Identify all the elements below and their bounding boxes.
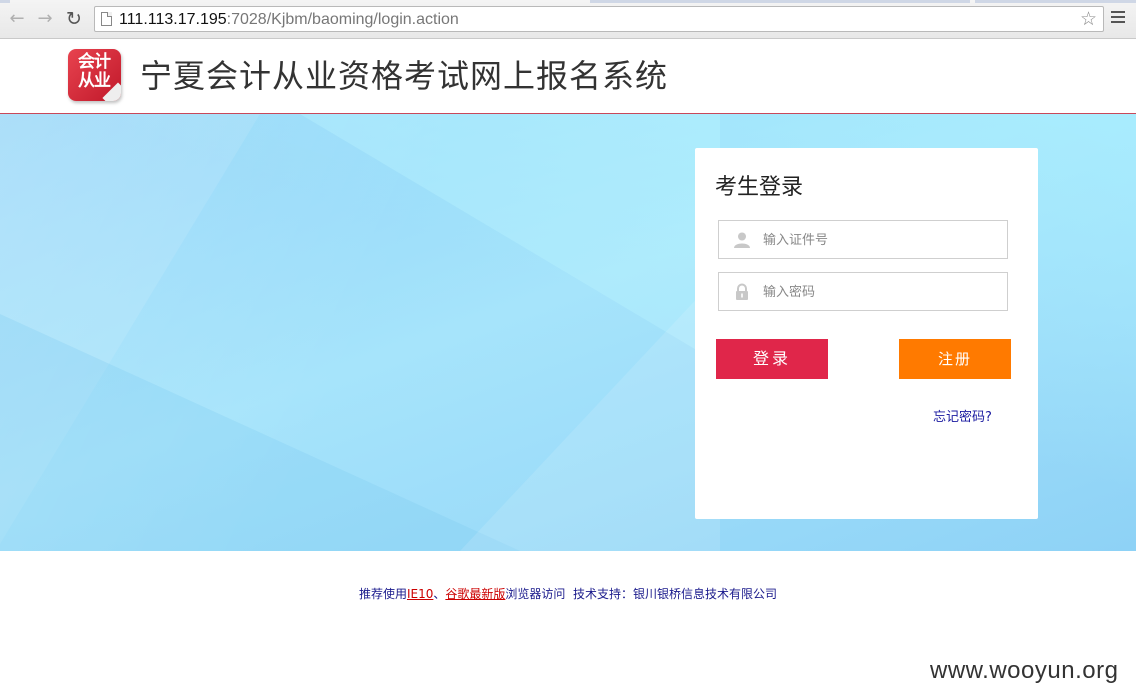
site-title: 宁夏会计从业资格考试网上报名系统: [140, 57, 669, 95]
url-path: :7028/Kjbm/baoming/login.action: [226, 11, 459, 28]
address-bar[interactable]: 111.113.17.195:7028/Kjbm/baoming/login.a…: [94, 6, 1104, 32]
lock-icon: [736, 283, 748, 300]
back-arrow-icon[interactable]: ←: [6, 8, 28, 30]
tab-edge: [0, 0, 10, 3]
logo-text: 会计从业: [78, 52, 111, 91]
forward-arrow-icon[interactable]: →: [34, 8, 56, 30]
footer-prefix: 推荐使用: [358, 587, 407, 601]
id-number-input[interactable]: [763, 229, 993, 251]
login-panel: 考生登录 登录 注册 忘记密码?: [695, 148, 1038, 519]
tab-edge: [590, 0, 970, 3]
reload-icon[interactable]: ↻: [63, 8, 85, 30]
footer-separator: 、: [433, 587, 446, 601]
browser-toolbar: ← → ↻ 111.113.17.195:7028/Kjbm/baoming/l…: [0, 0, 1136, 39]
password-input[interactable]: [763, 281, 993, 303]
footer-notice: 推荐使用IE10、谷歌最新版浏览器访问 技术支持：银川银桥信息技术有限公司: [0, 586, 1136, 602]
footer-suffix: 浏览器访问 技术支持：银川银桥信息技术有限公司: [505, 587, 778, 601]
login-button[interactable]: 登录: [716, 339, 828, 379]
id-number-field[interactable]: [718, 220, 1008, 259]
user-icon: [734, 232, 750, 248]
tab-edge: [975, 0, 1136, 3]
hamburger-menu-icon[interactable]: [1111, 11, 1125, 25]
chrome-link[interactable]: 谷歌最新版: [445, 587, 505, 601]
star-icon[interactable]: ☆: [1080, 8, 1097, 30]
login-title: 考生登录: [715, 175, 804, 200]
url-host: 111.113.17.195: [119, 11, 227, 28]
password-field[interactable]: [718, 272, 1008, 311]
url-text[interactable]: 111.113.17.195:7028/Kjbm/baoming/login.a…: [119, 10, 459, 29]
site-header: 会计从业 宁夏会计从业资格考试网上报名系统: [0, 39, 1136, 114]
forgot-password-link[interactable]: 忘记密码?: [933, 406, 992, 425]
ie10-link[interactable]: IE10: [407, 587, 433, 601]
watermark: www.wooyun.org: [930, 657, 1119, 684]
register-button[interactable]: 注册: [899, 339, 1011, 379]
logo: 会计从业: [68, 49, 121, 101]
page-icon: [101, 12, 112, 26]
